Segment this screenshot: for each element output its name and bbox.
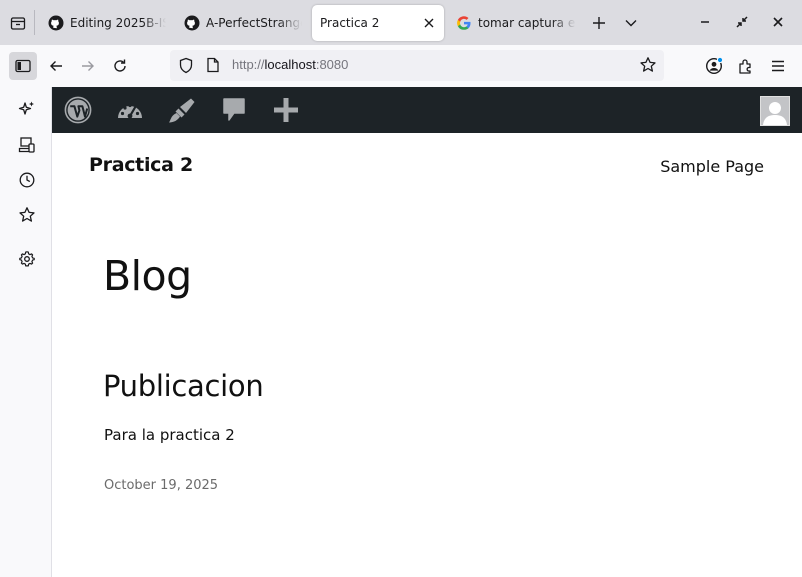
nav-sample-page[interactable]: Sample Page xyxy=(660,157,764,176)
synced-tabs-icon[interactable] xyxy=(14,132,40,158)
tab-tomar-captura[interactable]: tomar captura en xyxy=(448,5,576,41)
github-icon xyxy=(184,15,200,31)
restore-icon[interactable] xyxy=(729,9,755,35)
new-tab-icon[interactable] xyxy=(585,9,613,37)
page-heading: Blog xyxy=(103,252,192,300)
url-bar[interactable]: http://localhost:8080 xyxy=(170,50,664,81)
wp-admin-bar xyxy=(52,87,802,133)
reload-icon[interactable] xyxy=(106,52,134,80)
tab-label: A-PerfectStrange xyxy=(206,16,302,30)
tab-perfectstrange[interactable]: A-PerfectStrange xyxy=(174,5,302,41)
minimize-icon[interactable] xyxy=(692,9,718,35)
ai-chatbot-icon[interactable] xyxy=(14,96,40,122)
url-port: :8080 xyxy=(315,57,349,72)
post-date[interactable]: October 19, 2025 xyxy=(104,478,218,493)
forward-icon[interactable] xyxy=(74,52,102,80)
tab-practica-2[interactable]: Practica 2 xyxy=(312,5,444,41)
tab-groups-icon[interactable] xyxy=(4,9,32,37)
bookmark-star-icon[interactable] xyxy=(639,56,657,78)
bookmarks-icon[interactable] xyxy=(14,202,40,228)
avatar-placeholder-icon xyxy=(761,97,789,125)
back-icon[interactable] xyxy=(42,52,70,80)
github-icon xyxy=(48,15,64,31)
menu-icon[interactable] xyxy=(764,52,792,80)
tab-label: tomar captura en xyxy=(478,16,576,30)
google-icon xyxy=(457,16,471,30)
close-window-icon[interactable] xyxy=(765,9,791,35)
user-avatar[interactable] xyxy=(760,96,790,126)
tab-label: Practica 2 xyxy=(320,16,380,30)
url-text: http://localhost:8080 xyxy=(232,57,348,72)
site-title[interactable]: Practica 2 xyxy=(89,154,193,176)
new-content-icon[interactable] xyxy=(268,87,304,133)
comments-icon[interactable] xyxy=(216,87,252,133)
tab-label: Editing 2025B-IS xyxy=(70,16,166,30)
browser-sidebar xyxy=(0,87,52,577)
customize-brush-icon[interactable] xyxy=(164,87,200,133)
post-excerpt: Para la practica 2 xyxy=(104,426,235,444)
tab-strip: Editing 2025B-IS A-PerfectStrange Practi… xyxy=(0,0,802,45)
page-info-icon[interactable] xyxy=(206,57,220,77)
url-scheme: http:// xyxy=(232,57,265,72)
tab-editing[interactable]: Editing 2025B-IS xyxy=(38,5,166,41)
navigation-toolbar: http://localhost:8080 xyxy=(0,45,802,87)
tab-strip-divider xyxy=(34,10,35,35)
history-icon[interactable] xyxy=(14,167,40,193)
account-icon[interactable] xyxy=(700,52,728,80)
extensions-icon[interactable] xyxy=(732,52,760,80)
tracking-protection-icon[interactable] xyxy=(178,57,194,78)
url-host: localhost xyxy=(264,57,316,72)
wordpress-logo-icon[interactable] xyxy=(60,87,96,133)
settings-gear-icon[interactable] xyxy=(14,246,40,272)
post-title[interactable]: Publicacion xyxy=(103,369,264,403)
list-all-tabs-icon[interactable] xyxy=(617,9,645,37)
close-tab-icon[interactable] xyxy=(418,12,440,34)
dashboard-icon[interactable] xyxy=(112,87,148,133)
sidebar-toggle-icon[interactable] xyxy=(9,52,37,80)
